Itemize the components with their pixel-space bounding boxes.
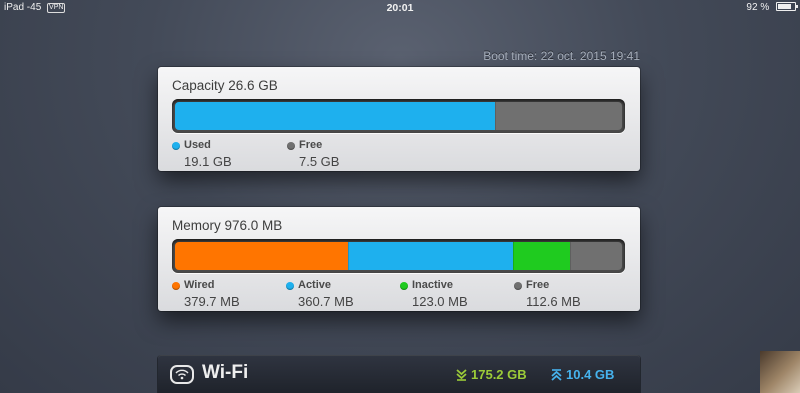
capacity-legend: Used 19.1 GB Free 7.5 GB [172, 139, 627, 169]
memory-active-segment [347, 242, 513, 270]
upload-arrow-icon [551, 369, 562, 381]
memory-panel[interactable]: Memory 976.0 MB Wired 379.7 MB Active 36… [158, 207, 640, 311]
battery-fill [778, 4, 791, 9]
wifi-download-value: 175.2 GB [471, 367, 527, 382]
download-arrow-icon [456, 369, 467, 381]
capacity-panel[interactable]: Capacity 26.6 GB Used 19.1 GB Free 7.5 G… [158, 67, 640, 171]
wifi-download: 175.2 GB [456, 367, 527, 382]
capacity-title: Capacity 26.6 GB [172, 78, 278, 93]
legend-label: Inactive [412, 279, 453, 291]
legend-value: 19.1 GB [184, 154, 232, 169]
wifi-upload-value: 10.4 GB [566, 367, 615, 382]
status-time: 20:01 [386, 2, 414, 14]
legend-label: Used [184, 139, 211, 151]
legend-label: Free [526, 279, 550, 291]
legend-label: Free [299, 139, 323, 151]
capacity-free-segment [495, 102, 622, 130]
boot-time: Boot time: 22 oct. 2015 19:41 [483, 49, 640, 63]
wifi-title: Wi-Fi [202, 362, 249, 383]
legend-value: 112.6 MB [526, 294, 581, 309]
legend-label: Wired [184, 279, 215, 291]
inactive-dot [400, 282, 408, 290]
active-dot [286, 282, 294, 290]
wifi-panel[interactable]: Wi-Fi 175.2 GB 10.4 GB [158, 356, 640, 393]
free-dot [514, 282, 522, 290]
wifi-upload: 10.4 GB [551, 367, 614, 382]
status-bar: iPad -45 VPN 20:01 92 % [0, 0, 800, 16]
free-dot [287, 142, 295, 150]
wired-dot [172, 282, 180, 290]
status-right: 92 % [746, 0, 798, 16]
battery-icon [776, 2, 798, 11]
battery-percent: 92 % [746, 2, 770, 13]
legend-value: 379.7 MB [184, 294, 240, 309]
corner-photo-thumbnail[interactable] [760, 351, 800, 393]
legend-label: Active [298, 279, 332, 291]
memory-legend: Wired 379.7 MB Active 360.7 MB Inactive … [172, 279, 627, 309]
legend-value: 360.7 MB [298, 294, 354, 309]
capacity-used-segment [175, 102, 496, 130]
memory-title: Memory 976.0 MB [172, 218, 283, 233]
legend-value: 7.5 GB [299, 154, 340, 169]
memory-inactive-segment [512, 242, 570, 270]
memory-wired-segment [175, 242, 348, 270]
memory-free-segment [569, 242, 622, 270]
legend-value: 123.0 MB [412, 294, 468, 309]
capacity-bar [172, 99, 625, 133]
wifi-icon [170, 365, 194, 384]
memory-bar [172, 239, 625, 273]
used-dot [172, 142, 180, 150]
